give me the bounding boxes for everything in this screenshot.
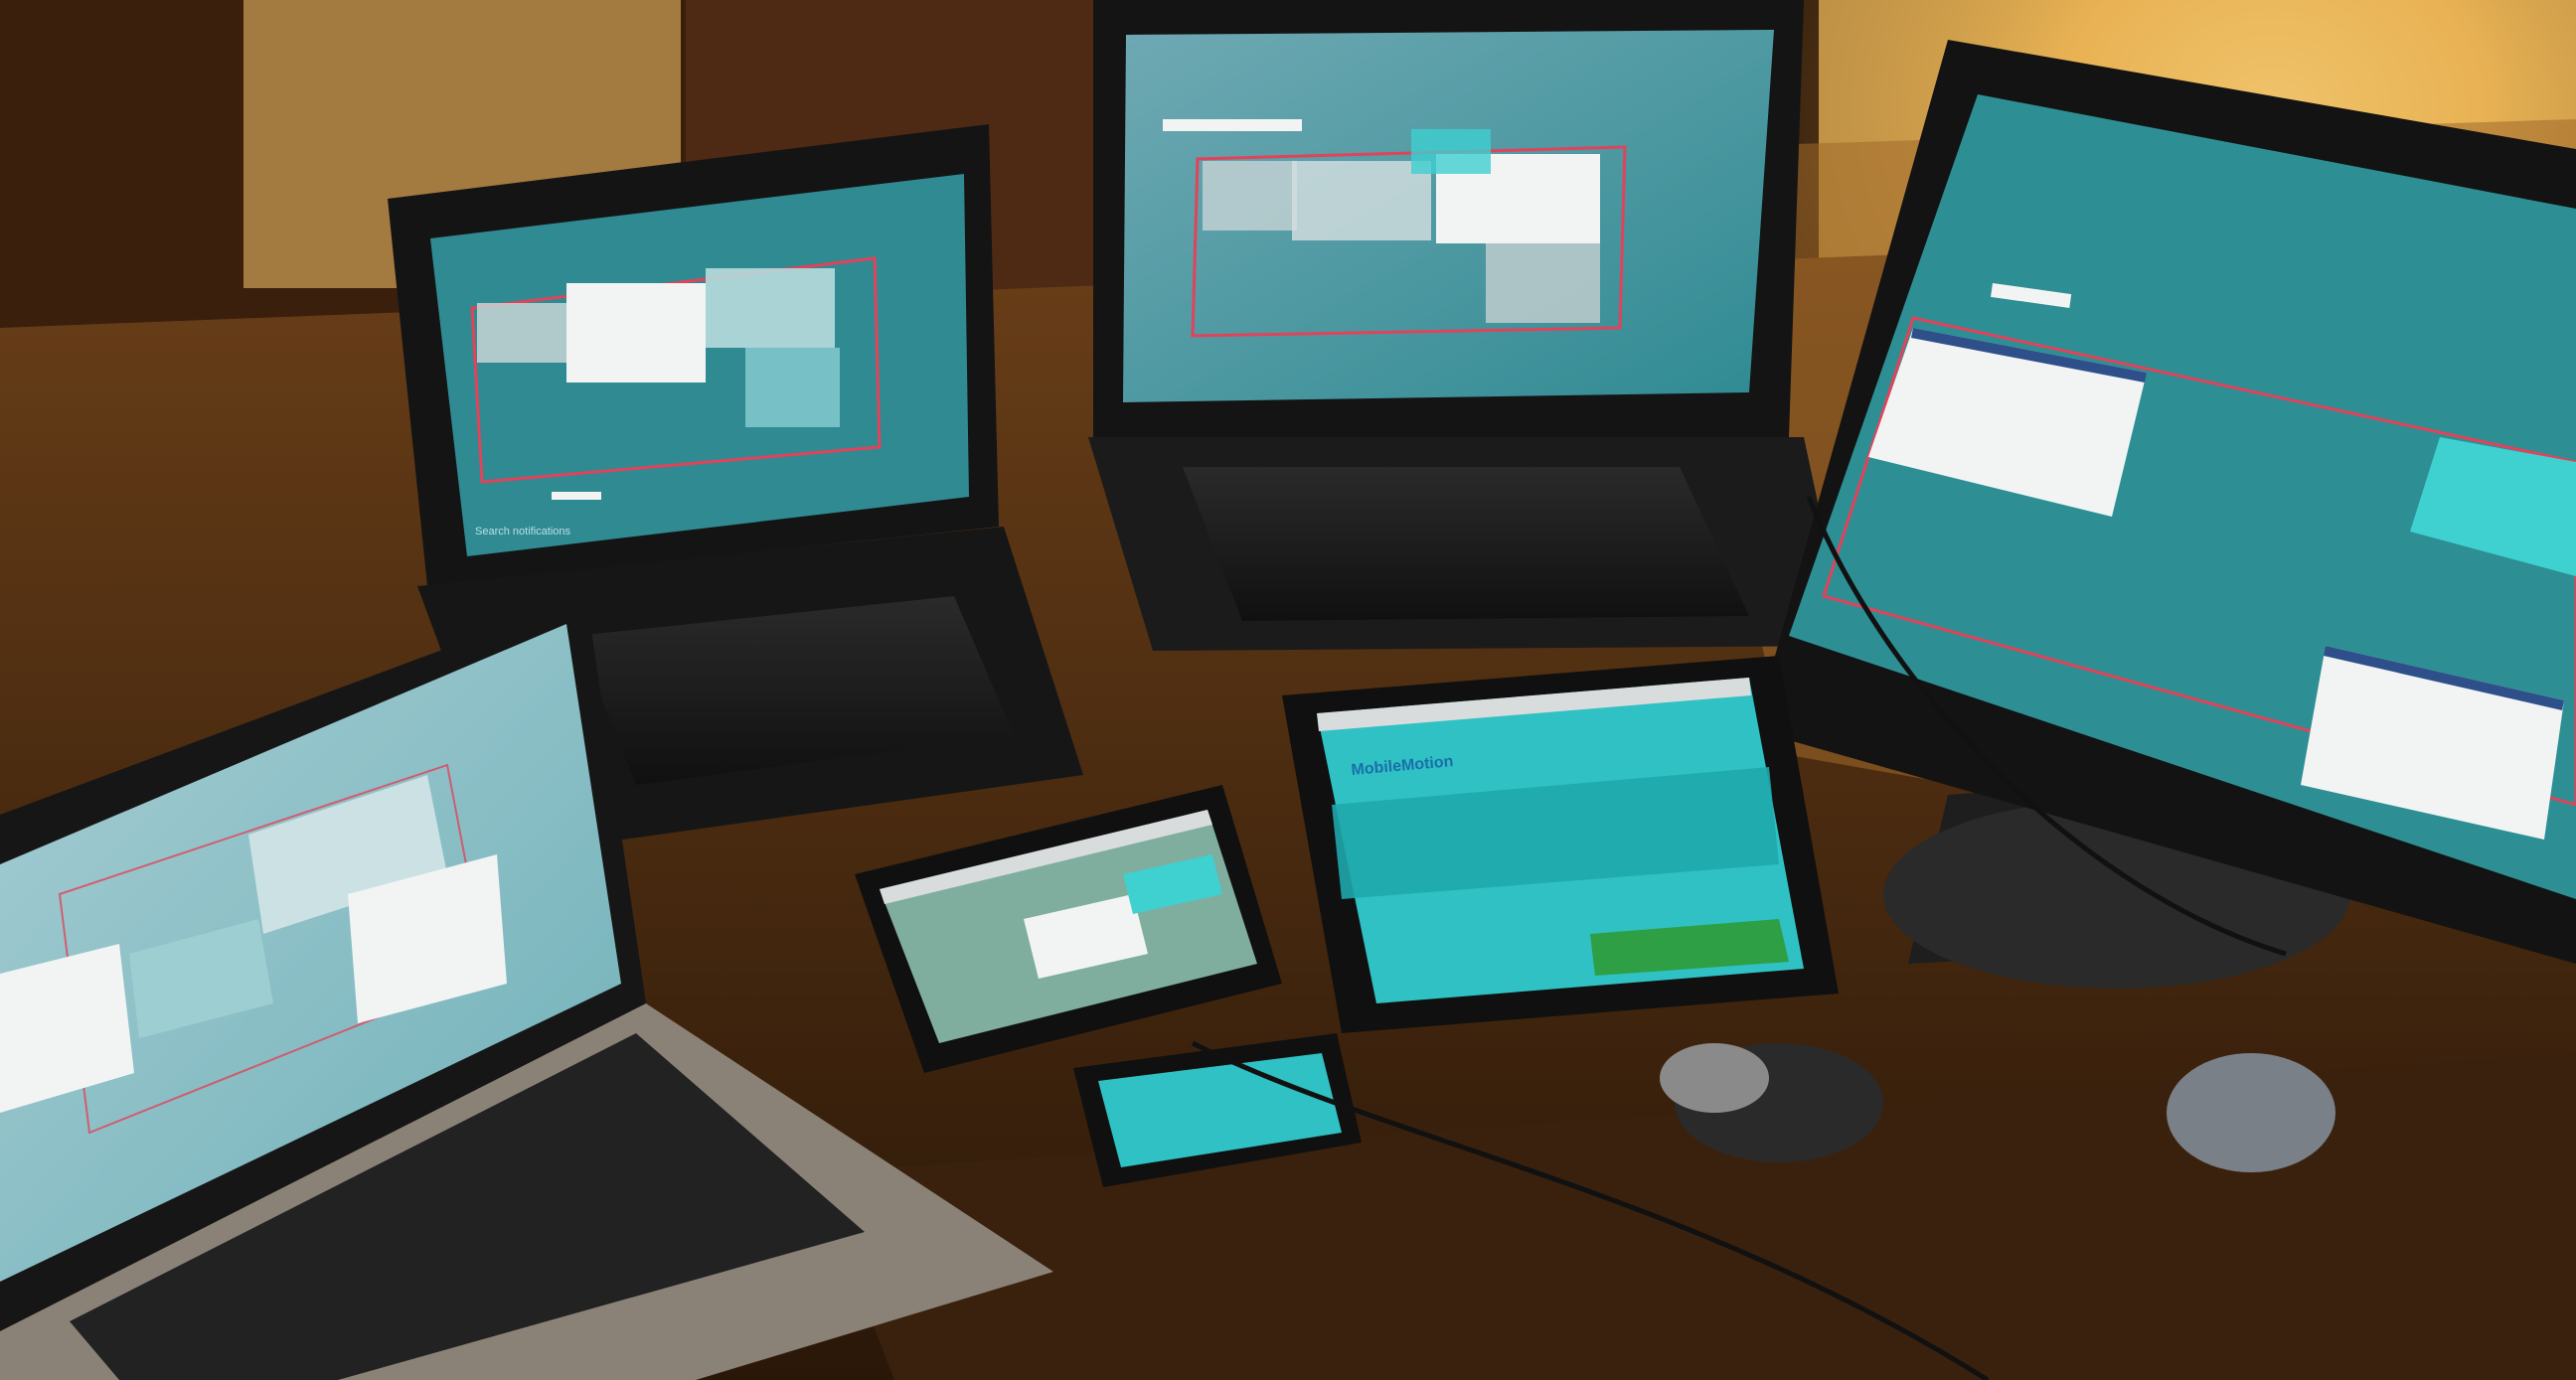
window-titlebar xyxy=(552,492,601,500)
window-panel xyxy=(566,283,706,383)
laptop-back-center-keyboard xyxy=(1183,467,1749,621)
window-panel xyxy=(1486,243,1600,323)
laptop-back-center xyxy=(1088,0,1849,651)
window-panel xyxy=(477,303,566,363)
window-titlebar xyxy=(1163,119,1302,131)
laptop-back-left-caption: Search notifications xyxy=(475,526,570,537)
mouse-dark-top xyxy=(1660,1043,1769,1113)
window-panel xyxy=(1292,161,1431,240)
photo-scene: Search notifications MobileMotion xyxy=(0,0,2576,1380)
window-panel xyxy=(706,268,835,348)
tablet-large: MobileMotion xyxy=(1282,656,1839,1033)
window-panel xyxy=(1203,161,1297,230)
mouse-light xyxy=(2167,1053,2335,1172)
window-panel xyxy=(745,348,840,427)
window-panel xyxy=(1411,129,1491,174)
